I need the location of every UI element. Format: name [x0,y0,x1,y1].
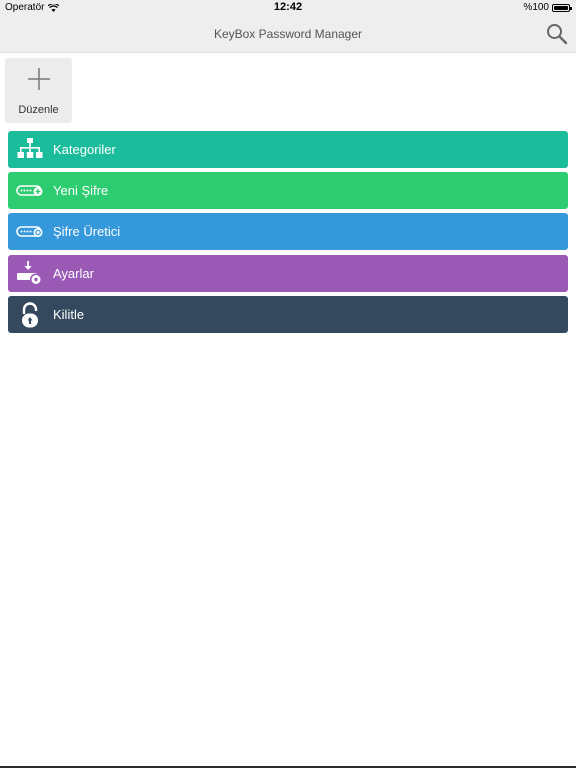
status-bar: Operatör 12:42 %100 [0,0,576,16]
search-icon [547,24,568,45]
hierarchy-icon [17,138,43,158]
nav-bar: KeyBox Password Manager [0,16,576,53]
menu-item-kilitle[interactable]: Kilitle [8,296,568,333]
edit-label: Düzenle [18,104,59,116]
battery-group: %100 [523,2,572,13]
page-title: KeyBox Password Manager [213,27,363,41]
menu-label: Ayarlar [53,266,94,281]
menu-item-ayarlar[interactable]: Ayarlar [8,255,568,292]
menu-label: Yeni Şifre [53,183,109,198]
menu-label: Şifre Üretici [53,224,121,239]
battery-icon [552,3,572,12]
menu-item-sifre-uretici[interactable]: Şifre Üretici [8,213,568,250]
settings-icon [17,261,42,286]
edit-button[interactable]: Düzenle [5,58,72,123]
search-button[interactable] [546,23,568,45]
plus-icon [28,68,50,90]
battery-percent: %100 [523,2,549,13]
lock-icon [22,302,38,328]
password-add-icon [16,185,43,196]
menu-label: Kilitle [53,307,85,322]
menu-item-yeni-sifre[interactable]: Yeni Şifre [8,172,568,209]
clock: 12:42 [273,1,303,13]
menu-item-kategoriler[interactable]: Kategoriler [8,131,568,168]
menu-label: Kategoriler [53,142,116,157]
password-generator-icon [16,226,43,237]
